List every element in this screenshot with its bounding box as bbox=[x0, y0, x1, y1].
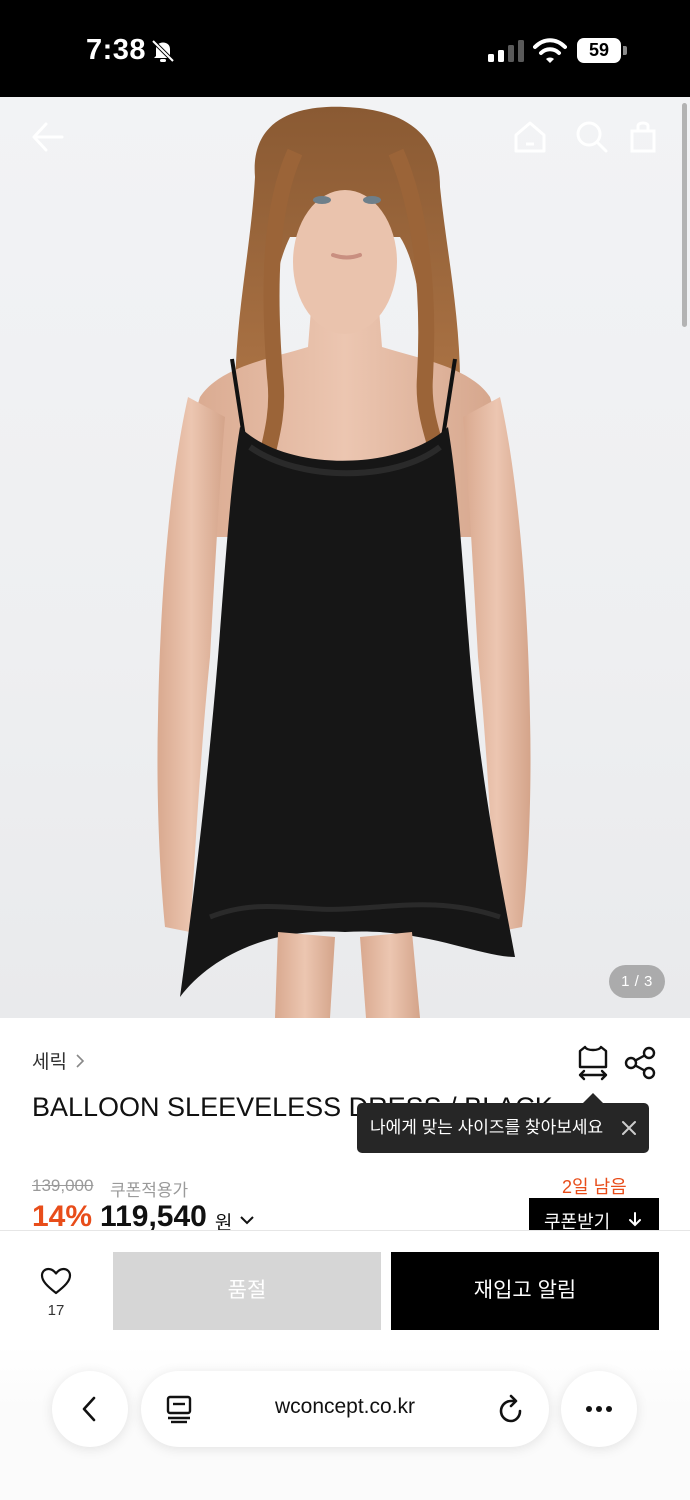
shopping-bag-icon[interactable] bbox=[626, 117, 666, 157]
url-text[interactable]: wconcept.co.kr bbox=[230, 1395, 460, 1419]
chevron-left-icon bbox=[82, 1396, 96, 1422]
cellular-signal-icon bbox=[488, 40, 524, 62]
battery-indicator: 59 bbox=[577, 38, 627, 63]
size-guide-icon[interactable] bbox=[574, 1043, 612, 1081]
more-icon bbox=[586, 1406, 612, 1412]
restock-alert-button[interactable]: 재입고 알림 bbox=[391, 1252, 659, 1330]
original-price: 139,000 bbox=[32, 1176, 94, 1195]
back-arrow-icon[interactable] bbox=[28, 117, 68, 157]
status-time: 7:38 bbox=[86, 34, 147, 66]
brand-link[interactable]: 세릭 bbox=[32, 1047, 85, 1074]
search-icon[interactable] bbox=[571, 117, 611, 157]
download-icon bbox=[629, 1212, 641, 1227]
battery-cap bbox=[623, 46, 627, 55]
heart-icon bbox=[40, 1267, 72, 1295]
scroll-indicator bbox=[682, 103, 687, 327]
product-image-gallery[interactable]: 0 1 / 3 bbox=[0, 97, 690, 1018]
size-guide-tooltip[interactable]: 나에게 맞는 사이즈를 찾아보세요 bbox=[357, 1093, 649, 1153]
product-photo bbox=[157, 106, 531, 1018]
chevron-right-icon bbox=[76, 1053, 85, 1068]
wishlist-button[interactable] bbox=[36, 1266, 76, 1301]
browser-more-button[interactable] bbox=[561, 1371, 637, 1447]
chevron-down-icon[interactable] bbox=[240, 1215, 255, 1225]
soldout-button[interactable]: 품절 bbox=[113, 1252, 381, 1330]
share-icon[interactable] bbox=[622, 1045, 658, 1081]
coupon-applied-label: 쿠폰적용가 bbox=[110, 1181, 189, 1200]
home-icon[interactable] bbox=[510, 117, 550, 157]
gallery-page-indicator: 1 / 3 bbox=[609, 965, 665, 998]
status-bar: 7:38 59 bbox=[0, 0, 690, 97]
reader-icon[interactable] bbox=[165, 1394, 193, 1424]
brand-name: 세릭 bbox=[32, 1052, 67, 1073]
wishlist-count: 17 bbox=[47, 1302, 65, 1319]
bell-muted-icon bbox=[151, 39, 175, 63]
discount-rate: 14% bbox=[32, 1200, 93, 1230]
close-icon[interactable] bbox=[619, 1118, 639, 1138]
wifi-icon bbox=[533, 38, 567, 63]
size-guide-tooltip-text: 나에게 맞는 사이즈를 찾아보세요 bbox=[370, 1118, 604, 1137]
get-coupon-label: 쿠폰받기 bbox=[544, 1212, 611, 1230]
reload-icon[interactable] bbox=[496, 1393, 526, 1425]
browser-back-button[interactable] bbox=[52, 1371, 128, 1447]
price-row[interactable]: 14% 119,540 원 bbox=[32, 1200, 255, 1230]
get-coupon-button[interactable]: 쿠폰받기 bbox=[529, 1198, 659, 1230]
currency-unit: 원 bbox=[214, 1213, 233, 1230]
sale-price: 119,540 bbox=[100, 1200, 207, 1230]
battery-level: 59 bbox=[577, 38, 621, 63]
coupon-remaining-days: 2일 남음 bbox=[562, 1177, 627, 1197]
